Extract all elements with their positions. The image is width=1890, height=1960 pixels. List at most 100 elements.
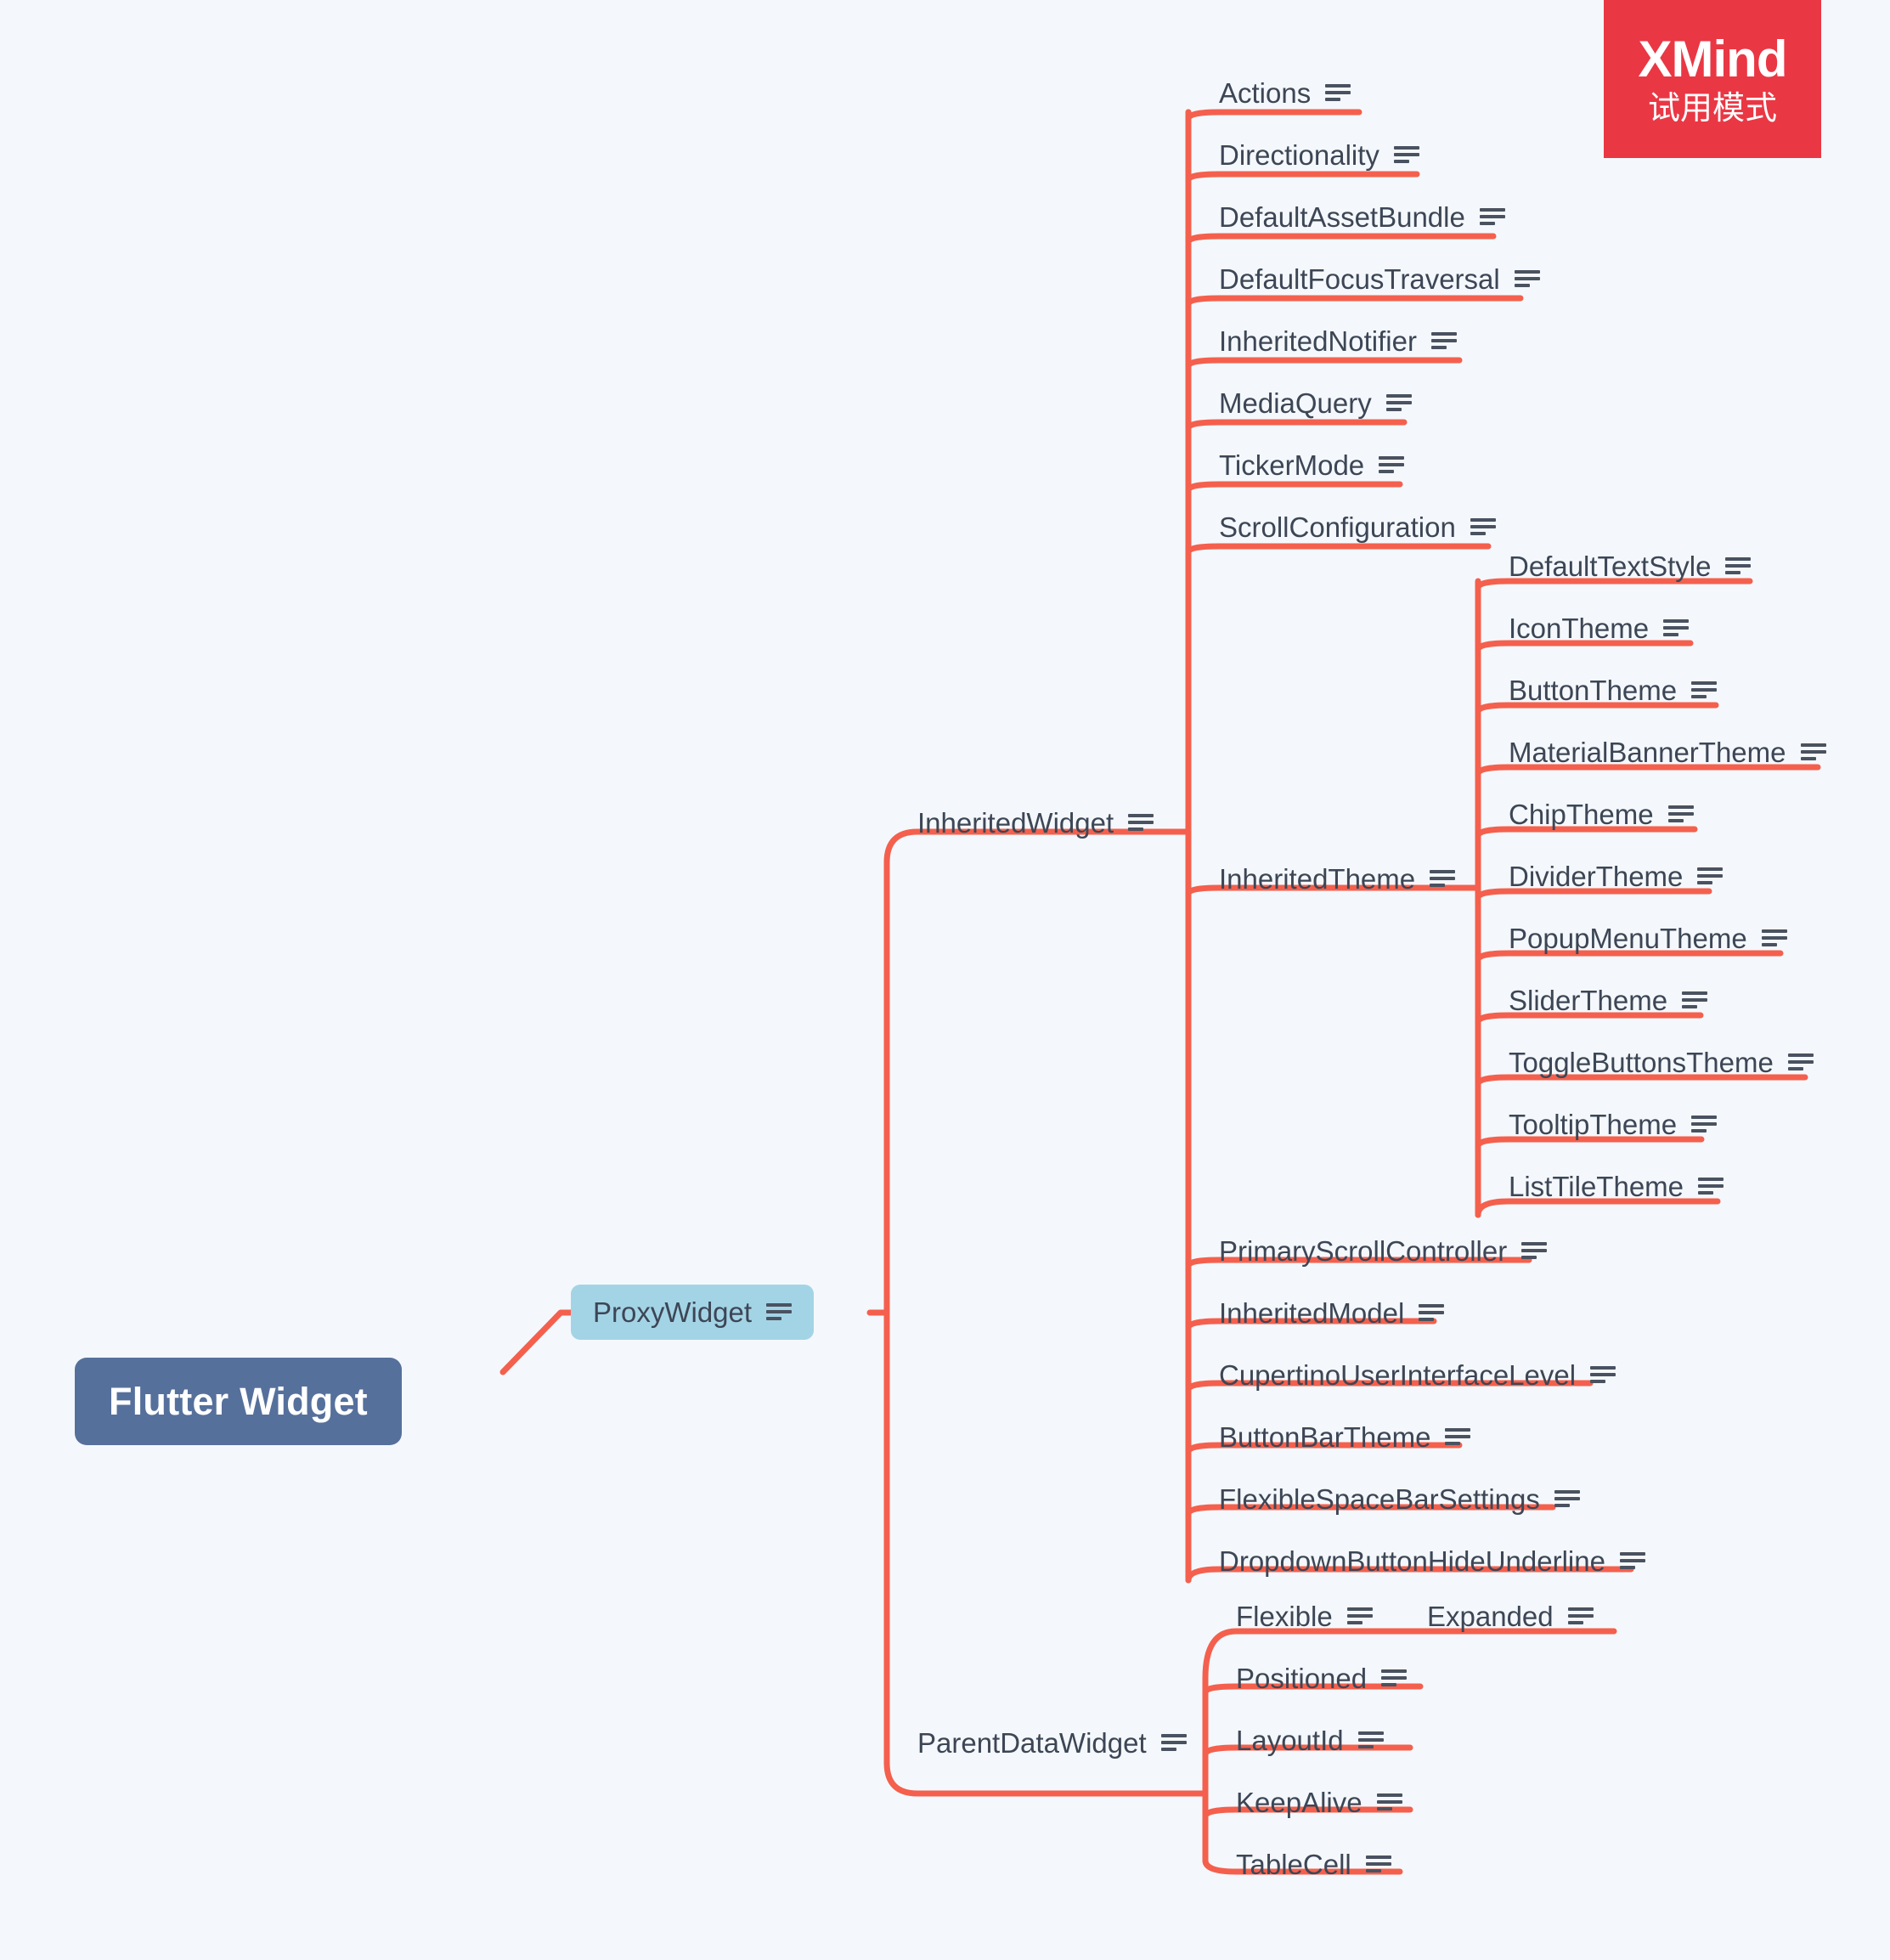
node-cupertinouserinterfacelevel[interactable]: CupertinoUserInterfaceLevel — [1219, 1361, 1616, 1389]
xmind-trial-mode-text: 试用模式 — [1647, 89, 1777, 127]
underline-togglebuttonstheme — [1475, 1074, 1808, 1087]
underline-buttontheme — [1475, 702, 1719, 715]
notes-icon[interactable] — [1590, 1366, 1616, 1384]
notes-icon[interactable] — [1430, 870, 1456, 888]
notes-icon[interactable] — [1761, 929, 1787, 947]
notes-icon[interactable] — [1725, 557, 1752, 575]
notes-icon[interactable] — [1376, 1793, 1402, 1811]
node-defaultassetbundle-label: DefaultAssetBundle — [1219, 201, 1465, 233]
root-node-flutter-widget[interactable]: Flutter Widget — [75, 1358, 402, 1445]
node-defaulttextstyle[interactable]: DefaultTextStyle — [1509, 552, 1752, 580]
node-flexible-label: Flexible — [1236, 1601, 1333, 1632]
node-icontheme[interactable]: IconTheme — [1509, 614, 1690, 642]
node-defaultassetbundle[interactable]: DefaultAssetBundle — [1219, 203, 1505, 231]
node-positioned[interactable]: Positioned — [1236, 1663, 1408, 1694]
node-tickermode-label: TickerMode — [1219, 449, 1365, 481]
node-mediaquery[interactable]: MediaQuery — [1219, 389, 1412, 417]
node-slidertheme[interactable]: SliderTheme — [1509, 986, 1708, 1014]
node-keepalive-label: KeepAlive — [1236, 1787, 1362, 1818]
node-scrollconfiguration[interactable]: ScrollConfiguration — [1219, 513, 1496, 541]
notes-icon[interactable] — [1357, 1731, 1384, 1749]
underline-mediaquery — [1185, 419, 1408, 432]
node-inheritedmodel-label: InheritedModel — [1219, 1297, 1405, 1329]
underline-materialbannertheme — [1475, 764, 1821, 777]
notes-icon[interactable] — [1691, 681, 1718, 699]
node-layoutid[interactable]: LayoutId — [1236, 1726, 1384, 1754]
node-inheritednotifier[interactable]: InheritedNotifier — [1219, 327, 1457, 355]
underline-defaulttextstyle — [1475, 578, 1753, 591]
node-proxywidget[interactable]: ProxyWidget — [571, 1285, 815, 1340]
node-defaultfocustraversal-label: DefaultFocusTraversal — [1219, 263, 1500, 295]
node-scrollconfiguration-label: ScrollConfiguration — [1219, 511, 1456, 543]
notes-icon[interactable] — [1393, 146, 1419, 164]
notes-icon[interactable] — [1160, 1734, 1187, 1752]
node-buttontheme[interactable]: ButtonTheme — [1509, 676, 1718, 704]
notes-icon[interactable] — [1682, 991, 1708, 1009]
underline-chiptheme — [1475, 826, 1698, 839]
notes-icon[interactable] — [1381, 1669, 1408, 1687]
notes-icon[interactable] — [1365, 1856, 1391, 1873]
node-flexiblespacebarsettings-label: FlexibleSpaceBarSettings — [1219, 1483, 1540, 1515]
node-flexiblespacebarsettings[interactable]: FlexibleSpaceBarSettings — [1219, 1485, 1580, 1513]
notes-icon[interactable] — [1667, 805, 1694, 823]
node-parentdatawidget[interactable]: ParentDataWidget — [917, 1729, 1187, 1757]
notes-icon[interactable] — [1514, 270, 1540, 288]
notes-icon[interactable] — [1379, 456, 1405, 474]
node-expanded-label: Expanded — [1427, 1601, 1554, 1632]
node-positioned-label: Positioned — [1236, 1663, 1368, 1694]
notes-icon[interactable] — [1128, 814, 1154, 832]
node-inheritedtheme[interactable]: InheritedTheme — [1219, 865, 1456, 893]
node-inheritedwidget[interactable]: InheritedWidget — [917, 809, 1154, 837]
notes-icon[interactable] — [1691, 1116, 1718, 1133]
node-chiptheme[interactable]: ChipTheme — [1509, 800, 1694, 828]
notes-icon[interactable] — [1697, 867, 1724, 885]
underline-scrollconfiguration — [1185, 543, 1492, 556]
node-dropdownbuttonhideunderline[interactable]: DropdownButtonHideUnderline — [1219, 1547, 1645, 1575]
notes-icon[interactable] — [1470, 518, 1496, 536]
underline-directionality — [1185, 171, 1420, 184]
notes-icon[interactable] — [1663, 619, 1690, 637]
node-inheritedmodel[interactable]: InheritedModel — [1219, 1297, 1445, 1329]
node-primaryscrollcontroller[interactable]: PrimaryScrollController — [1219, 1237, 1548, 1265]
node-dividertheme[interactable]: DividerTheme — [1509, 862, 1724, 890]
notes-icon[interactable] — [1567, 1607, 1594, 1625]
notes-icon[interactable] — [1325, 84, 1351, 102]
notes-icon[interactable] — [1698, 1178, 1724, 1195]
node-materialbannertheme[interactable]: MaterialBannerTheme — [1509, 738, 1826, 766]
node-popupmenutheme[interactable]: PopupMenuTheme — [1509, 924, 1787, 952]
underline-listtiletheme — [1475, 1198, 1721, 1218]
notes-icon[interactable] — [1521, 1242, 1548, 1260]
node-actions-label: Actions — [1219, 77, 1312, 109]
notes-icon[interactable] — [1554, 1490, 1580, 1508]
underline-tooltiptheme — [1475, 1136, 1705, 1149]
notes-icon[interactable] — [1430, 332, 1457, 350]
node-listtiletheme[interactable]: ListTileTheme — [1509, 1172, 1724, 1200]
notes-icon[interactable] — [1419, 1304, 1445, 1322]
notes-icon[interactable] — [1346, 1607, 1373, 1625]
node-popupmenutheme-label: PopupMenuTheme — [1509, 923, 1747, 954]
node-expanded[interactable]: Expanded — [1427, 1602, 1594, 1630]
node-flexible[interactable]: Flexible — [1236, 1602, 1373, 1630]
node-actions[interactable]: Actions — [1219, 79, 1351, 107]
underline-slidertheme — [1475, 1012, 1704, 1025]
notes-icon[interactable] — [1445, 1428, 1471, 1446]
node-layoutid-label: LayoutId — [1236, 1725, 1344, 1756]
notes-icon[interactable] — [1800, 743, 1826, 761]
node-directionality[interactable]: Directionality — [1219, 141, 1419, 169]
notes-icon[interactable] — [1787, 1053, 1814, 1071]
node-directionality-label: Directionality — [1219, 139, 1379, 171]
node-togglebuttonstheme[interactable]: ToggleButtonsTheme — [1509, 1048, 1814, 1076]
notes-icon[interactable] — [1479, 208, 1505, 226]
node-buttonbartheme[interactable]: ButtonBarTheme — [1219, 1423, 1471, 1451]
node-tickermode[interactable]: TickerMode — [1219, 449, 1405, 481]
node-tablecell[interactable]: TableCell — [1236, 1850, 1391, 1878]
notes-icon[interactable] — [766, 1303, 793, 1321]
node-tooltiptheme[interactable]: TooltipTheme — [1509, 1110, 1718, 1138]
node-dropdownbuttonhideunderline-label: DropdownButtonHideUnderline — [1219, 1545, 1605, 1577]
node-inheritedwidget-label: InheritedWidget — [917, 807, 1114, 839]
node-defaultfocustraversal[interactable]: DefaultFocusTraversal — [1219, 265, 1540, 293]
node-keepalive[interactable]: KeepAlive — [1236, 1788, 1402, 1816]
node-tablecell-label: TableCell — [1236, 1849, 1351, 1880]
notes-icon[interactable] — [1619, 1552, 1645, 1570]
notes-icon[interactable] — [1385, 394, 1412, 412]
